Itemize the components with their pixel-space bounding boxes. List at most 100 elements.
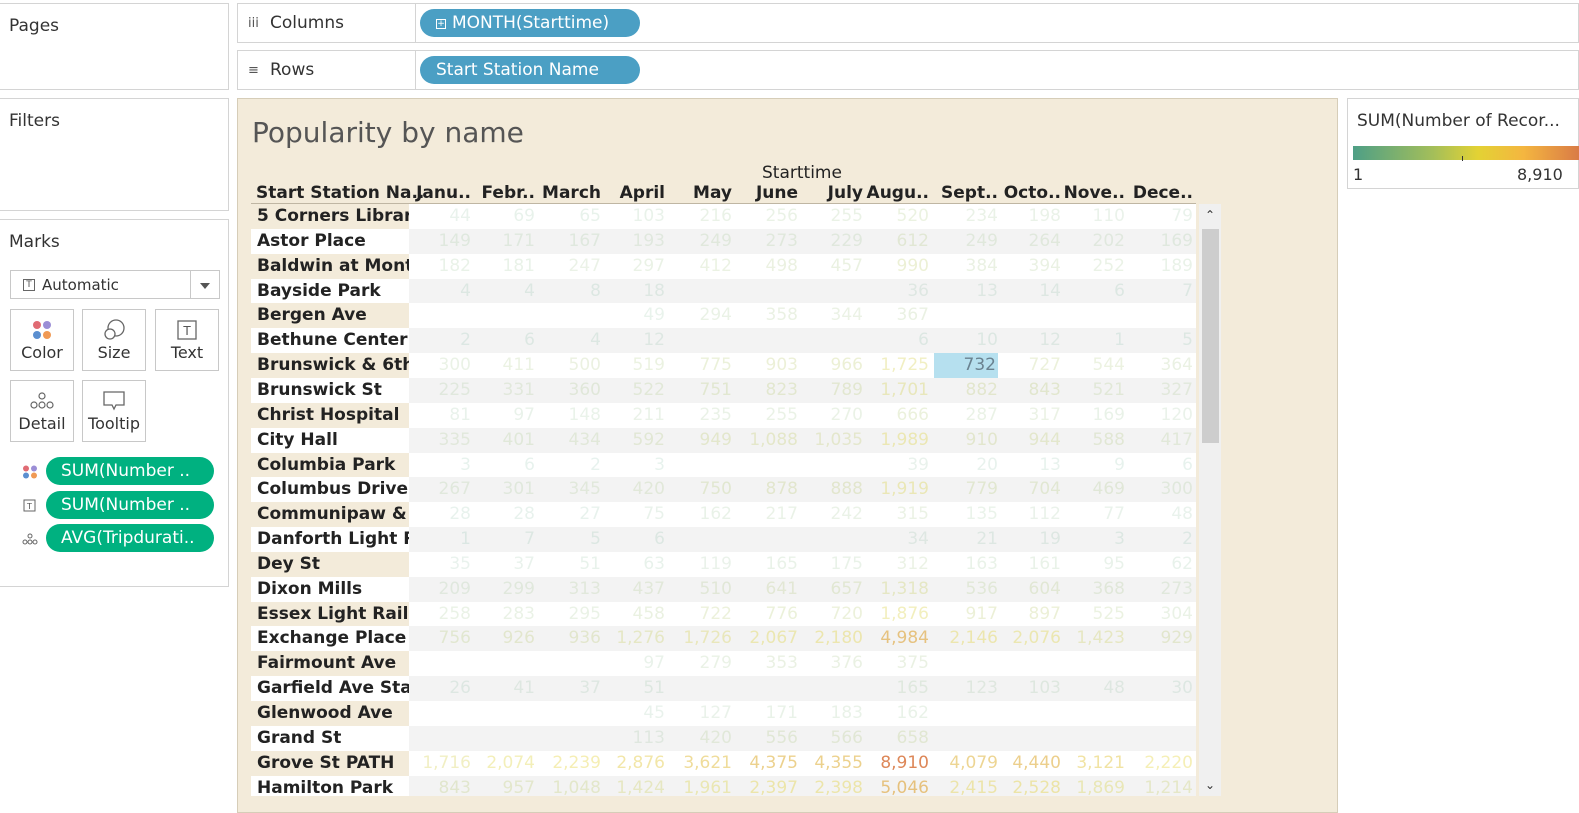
- value-cell[interactable]: 247: [537, 254, 601, 279]
- value-cell[interactable]: 3: [407, 453, 471, 478]
- pages-card[interactable]: Pages: [0, 3, 229, 90]
- value-cell[interactable]: 1,716: [407, 751, 471, 776]
- text-button[interactable]: T Text: [155, 309, 219, 371]
- value-cell[interactable]: 161: [997, 552, 1061, 577]
- value-cell[interactable]: 3: [601, 453, 665, 478]
- value-cell[interactable]: 345: [537, 477, 601, 502]
- value-cell[interactable]: 888: [799, 477, 863, 502]
- value-cell[interactable]: 658: [865, 726, 929, 751]
- value-cell[interactable]: 48: [1129, 502, 1193, 527]
- value-cell[interactable]: 500: [537, 353, 601, 378]
- value-cell[interactable]: 30: [1129, 676, 1193, 701]
- value-cell[interactable]: [734, 453, 798, 478]
- value-cell[interactable]: 211: [601, 403, 665, 428]
- value-cell[interactable]: [734, 279, 798, 304]
- value-cell[interactable]: 6: [865, 328, 929, 353]
- value-cell[interactable]: 520: [865, 204, 929, 229]
- value-cell[interactable]: 1,961: [668, 776, 732, 796]
- value-cell[interactable]: 301: [471, 477, 535, 502]
- value-cell[interactable]: 256: [734, 204, 798, 229]
- value-cell[interactable]: 28: [407, 502, 471, 527]
- value-cell[interactable]: 2: [537, 453, 601, 478]
- value-cell[interactable]: 929: [1129, 626, 1193, 651]
- color-pill-row[interactable]: SUM(Number ..: [18, 457, 218, 485]
- value-cell[interactable]: 119: [668, 552, 732, 577]
- value-cell[interactable]: 722: [668, 602, 732, 627]
- value-cell[interactable]: 3: [1061, 527, 1125, 552]
- value-cell[interactable]: 127: [668, 701, 732, 726]
- vertical-scrollbar[interactable]: ⌃ ⌄: [1199, 204, 1221, 796]
- value-cell[interactable]: 35: [407, 552, 471, 577]
- value-cell[interactable]: 295: [537, 602, 601, 627]
- value-cell[interactable]: 1: [1061, 328, 1125, 353]
- value-cell[interactable]: 267: [407, 477, 471, 502]
- value-cell[interactable]: 897: [997, 602, 1061, 627]
- value-cell[interactable]: [537, 726, 601, 751]
- value-cell[interactable]: 843: [407, 776, 471, 796]
- value-cell[interactable]: 97: [601, 651, 665, 676]
- value-cell[interactable]: 120: [1129, 403, 1193, 428]
- month-header[interactable]: Augu..: [861, 183, 929, 203]
- value-cell[interactable]: 103: [601, 204, 665, 229]
- value-cell[interactable]: [997, 726, 1061, 751]
- value-cell[interactable]: 544: [1061, 353, 1125, 378]
- value-cell[interactable]: 97: [471, 403, 535, 428]
- value-cell[interactable]: 258: [407, 602, 471, 627]
- detail-button[interactable]: Detail: [10, 380, 74, 442]
- value-cell[interactable]: [734, 328, 798, 353]
- value-cell[interactable]: 313: [537, 577, 601, 602]
- value-cell[interactable]: 331: [471, 378, 535, 403]
- row-header[interactable]: Garfield Ave Sta..: [251, 676, 409, 701]
- column-field-header[interactable]: Starttime: [762, 163, 842, 183]
- month-header[interactable]: Sept..: [930, 183, 998, 203]
- value-cell[interactable]: 113: [601, 726, 665, 751]
- value-cell[interactable]: 14: [997, 279, 1061, 304]
- value-cell[interactable]: 8: [537, 279, 601, 304]
- value-cell[interactable]: 2,074: [471, 751, 535, 776]
- detail-measure-pill[interactable]: AVG(Tripdurati..: [46, 524, 214, 552]
- table-row[interactable]: Christ Hospital 81 97 148 211 235 255 270 666 287…: [251, 403, 1196, 428]
- value-cell[interactable]: [471, 651, 535, 676]
- value-cell[interactable]: 202: [1061, 229, 1125, 254]
- value-cell[interactable]: [668, 453, 732, 478]
- month-header[interactable]: Nove..: [1057, 183, 1125, 203]
- row-header[interactable]: Communipaw & ..: [251, 502, 409, 527]
- value-cell[interactable]: [537, 303, 601, 328]
- value-cell[interactable]: 823: [734, 378, 798, 403]
- value-cell[interactable]: 65: [537, 204, 601, 229]
- value-cell[interactable]: 878: [734, 477, 798, 502]
- value-cell[interactable]: 458: [601, 602, 665, 627]
- value-cell[interactable]: 44: [407, 204, 471, 229]
- value-cell[interactable]: 37: [471, 552, 535, 577]
- value-cell[interactable]: 8,910: [865, 751, 929, 776]
- value-cell[interactable]: 417: [1129, 428, 1193, 453]
- table-row[interactable]: Fairmount Ave 97 279 353 376 375: [251, 651, 1196, 676]
- value-cell[interactable]: [1061, 651, 1125, 676]
- value-cell[interactable]: 112: [997, 502, 1061, 527]
- value-cell[interactable]: 216: [668, 204, 732, 229]
- size-button[interactable]: Size: [82, 309, 146, 371]
- value-cell[interactable]: [734, 527, 798, 552]
- value-cell[interactable]: 79: [1129, 204, 1193, 229]
- scroll-thumb[interactable]: [1202, 229, 1219, 443]
- value-cell[interactable]: 367: [865, 303, 929, 328]
- row-header[interactable]: Bethune Center: [251, 328, 409, 353]
- row-header[interactable]: Bergen Ave: [251, 303, 409, 328]
- value-cell[interactable]: 26: [407, 676, 471, 701]
- table-row[interactable]: Columbia Park 3 6 2 3 39 20 13 9 6: [251, 453, 1196, 478]
- month-header[interactable]: Octo..: [993, 183, 1061, 203]
- scroll-down-icon[interactable]: ⌄: [1199, 774, 1221, 796]
- value-cell[interactable]: 217: [734, 502, 798, 527]
- value-cell[interactable]: 990: [865, 254, 929, 279]
- value-cell[interactable]: 2: [1129, 527, 1193, 552]
- value-cell[interactable]: 944: [997, 428, 1061, 453]
- table-row[interactable]: Dixon Mills 209 299 313 437 510 641 657 1,318 536…: [251, 577, 1196, 602]
- value-cell[interactable]: 171: [471, 229, 535, 254]
- value-cell[interactable]: 1,989: [865, 428, 929, 453]
- value-cell[interactable]: 6: [601, 527, 665, 552]
- value-cell[interactable]: 588: [1061, 428, 1125, 453]
- value-cell[interactable]: 2,239: [537, 751, 601, 776]
- value-cell[interactable]: 182: [407, 254, 471, 279]
- value-cell[interactable]: 169: [1129, 229, 1193, 254]
- viz-pane[interactable]: Popularity by name Starttime Start Stati…: [237, 98, 1338, 813]
